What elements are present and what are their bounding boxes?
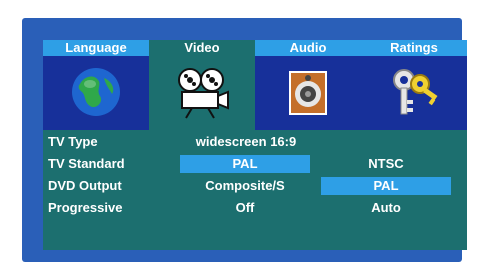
tab-audio[interactable]: Audio	[255, 40, 361, 130]
tab-bar: Language Video Audio Ratings	[43, 40, 467, 130]
tv-standard-ntsc-option[interactable]: NTSC	[321, 155, 451, 173]
tab-language-label: Language	[43, 40, 149, 56]
tv-standard-label: TV Standard	[48, 156, 125, 171]
dvd-output-label: DVD Output	[48, 178, 122, 193]
tab-ratings[interactable]: Ratings	[361, 40, 467, 130]
row-dvd-output: DVD Output Composite/S PAL	[43, 177, 467, 195]
speaker-icon	[289, 71, 327, 115]
progressive-auto-option[interactable]: Auto	[321, 199, 451, 217]
tv-type-value[interactable]: widescreen 16:9	[181, 133, 311, 151]
tv-type-label: TV Type	[48, 134, 98, 149]
dvd-output-pal-option[interactable]: PAL	[321, 177, 451, 195]
row-tv-standard: TV Standard PAL NTSC	[43, 155, 467, 173]
film-projector-icon	[178, 68, 229, 119]
tab-language[interactable]: Language	[43, 40, 149, 130]
row-progressive: Progressive Off Auto	[43, 199, 467, 217]
progressive-label: Progressive	[48, 200, 123, 215]
keys-icon	[393, 69, 438, 115]
tab-video[interactable]: Video	[149, 40, 255, 130]
tab-video-label: Video	[149, 40, 255, 56]
tv-standard-pal-option[interactable]: PAL	[180, 155, 310, 173]
tab-ratings-label: Ratings	[361, 40, 467, 56]
globe-icon	[72, 68, 120, 116]
progressive-off-option[interactable]: Off	[180, 199, 310, 217]
dvd-output-composite-option[interactable]: Composite/S	[180, 177, 310, 195]
tab-audio-label: Audio	[255, 40, 361, 56]
row-tv-type: TV Type widescreen 16:9	[43, 133, 467, 151]
